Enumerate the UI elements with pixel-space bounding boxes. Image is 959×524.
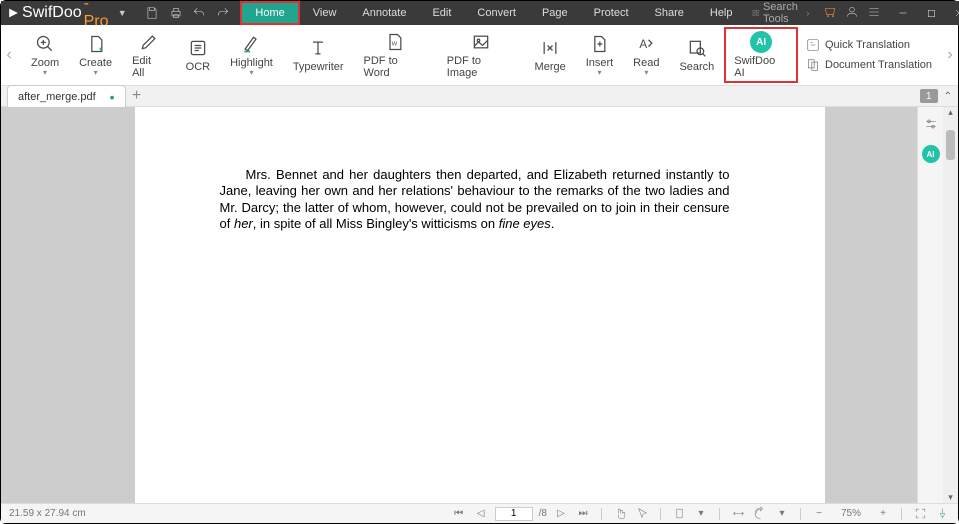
- pdf-to-image-button[interactable]: PDF to Image: [437, 27, 525, 83]
- svg-text:W: W: [392, 41, 398, 47]
- swifdoo-ai-button[interactable]: AISwifDoo AI: [724, 27, 798, 83]
- quick-translation-button[interactable]: Quick Translation: [806, 38, 932, 52]
- undo-icon[interactable]: [189, 3, 209, 23]
- create-button[interactable]: Create▾: [69, 29, 122, 81]
- single-page-view-icon[interactable]: [671, 506, 687, 522]
- pin-icon[interactable]: [934, 506, 950, 522]
- vertical-scrollbar[interactable]: ▴ ▾: [943, 107, 958, 503]
- print-icon[interactable]: [166, 3, 186, 23]
- fit-page-icon[interactable]: ▾: [774, 506, 790, 522]
- page-indicator-badge: 1: [920, 89, 938, 103]
- total-pages: /8: [539, 508, 547, 519]
- typewriter-button[interactable]: Typewriter: [283, 33, 354, 77]
- prev-page-button[interactable]: ◁: [473, 506, 489, 522]
- next-page-button[interactable]: ▷: [553, 506, 569, 522]
- menu-tab-annotate[interactable]: Annotate: [349, 1, 419, 25]
- menu-tab-help[interactable]: Help: [697, 1, 746, 25]
- page-number-input[interactable]: [495, 507, 533, 521]
- pdf-to-word-button[interactable]: WPDF to Word: [354, 27, 437, 83]
- menu-tab-view[interactable]: View: [300, 1, 350, 25]
- merge-button[interactable]: Merge: [525, 33, 576, 77]
- file-tab[interactable]: after_merge.pdf •: [7, 85, 126, 107]
- zoom-in-button[interactable]: +: [875, 506, 891, 522]
- fullscreen-icon[interactable]: [912, 506, 928, 522]
- select-tool-icon[interactable]: [634, 506, 650, 522]
- ribbon-scroll-left[interactable]: ‹: [1, 25, 17, 85]
- menu-tab-share[interactable]: Share: [642, 1, 697, 25]
- document-translation-button[interactable]: Document Translation: [806, 58, 932, 72]
- scroll-up-icon[interactable]: ▴: [948, 107, 953, 118]
- page-dimensions: 21.59 x 27.94 cm: [9, 508, 86, 519]
- rotate-icon[interactable]: [752, 506, 768, 522]
- menu-tab-convert[interactable]: Convert: [464, 1, 529, 25]
- document-paragraph: Mrs. Bennet and her daughters then depar…: [220, 167, 730, 232]
- menu-tab-home[interactable]: Home: [240, 1, 299, 25]
- ai-icon: AI: [750, 31, 772, 53]
- maximize-button[interactable]: [917, 1, 945, 25]
- user-icon[interactable]: [845, 5, 859, 22]
- brand-name: SwifDoo: [22, 4, 82, 22]
- collapse-ribbon-button[interactable]: ⌃: [944, 91, 952, 102]
- sidepanel-settings-icon[interactable]: [922, 115, 940, 133]
- italic-fine-eyes: fine eyes: [499, 216, 551, 231]
- unsaved-indicator-icon: •: [110, 89, 115, 105]
- close-button[interactable]: [945, 1, 959, 25]
- zoom-button[interactable]: Zoom▾: [21, 29, 69, 81]
- italic-her: her: [234, 216, 253, 231]
- file-tab-label: after_merge.pdf: [18, 91, 96, 103]
- first-page-button[interactable]: ⏮: [451, 506, 467, 522]
- continuous-view-icon[interactable]: ▾: [693, 506, 709, 522]
- zoom-level: 75%: [833, 508, 869, 519]
- menu-tab-edit[interactable]: Edit: [419, 1, 464, 25]
- search-button[interactable]: Search: [669, 33, 724, 77]
- hand-tool-icon[interactable]: [612, 506, 628, 522]
- cart-icon[interactable]: [823, 5, 837, 22]
- search-tools-label: Search Tools: [763, 1, 802, 25]
- document-page[interactable]: Mrs. Bennet and her daughters then depar…: [135, 107, 825, 503]
- svg-text:A: A: [640, 38, 648, 51]
- new-tab-button[interactable]: +: [126, 87, 148, 105]
- brand-dropdown-caret[interactable]: ▼: [118, 8, 127, 18]
- menu-tab-page[interactable]: Page: [529, 1, 581, 25]
- menu-tab-protect[interactable]: Protect: [581, 1, 642, 25]
- read-button[interactable]: ARead▾: [623, 29, 669, 81]
- sidepanel-ai-icon[interactable]: AI: [922, 145, 940, 163]
- highlight-button[interactable]: Highlight▾: [220, 29, 283, 81]
- ribbon-scroll-right[interactable]: ›: [942, 25, 958, 85]
- edit-all-button[interactable]: Edit All: [122, 27, 176, 83]
- redo-icon[interactable]: [213, 3, 233, 23]
- menu-more-icon[interactable]: [867, 5, 881, 22]
- save-icon[interactable]: [142, 3, 162, 23]
- scroll-down-icon[interactable]: ▾: [948, 492, 953, 503]
- ocr-button[interactable]: OCR: [176, 33, 220, 77]
- fit-width-icon[interactable]: [730, 506, 746, 522]
- insert-button[interactable]: Insert▾: [576, 29, 623, 81]
- search-tools[interactable]: Search Tools ›: [746, 1, 816, 25]
- minimize-button[interactable]: [889, 1, 917, 25]
- zoom-out-button[interactable]: −: [811, 506, 827, 522]
- last-page-button[interactable]: ⏭: [575, 506, 591, 522]
- scrollbar-thumb[interactable]: [946, 130, 955, 160]
